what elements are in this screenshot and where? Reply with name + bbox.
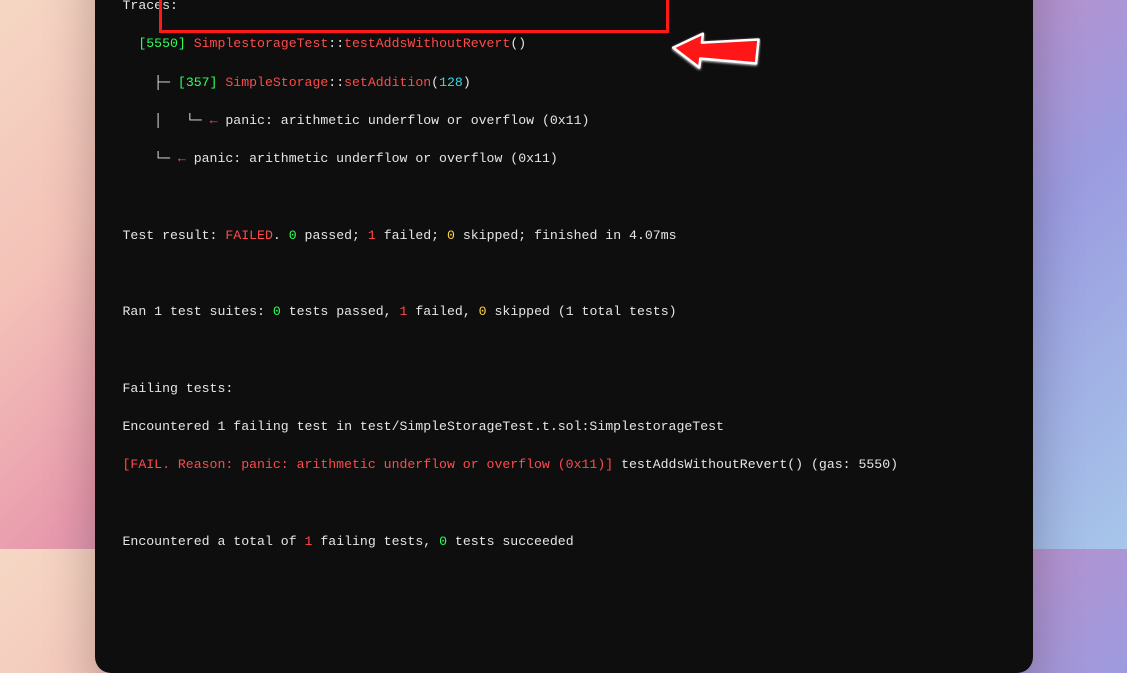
trace-line-1: [5550] SimplestorageTest::testAddsWithou… bbox=[123, 34, 1005, 53]
blank-3 bbox=[123, 341, 1005, 360]
result-line: Test result: FAILED. 0 passed; 1 failed;… bbox=[123, 226, 1005, 245]
total-line: Encountered a total of 1 failing tests, … bbox=[123, 532, 1005, 551]
blank-1 bbox=[123, 187, 1005, 206]
trace-line-3: │ └─ ← panic: arithmetic underflow or ov… bbox=[123, 111, 1005, 130]
trace-line-2: ├─ [357] SimpleStorage::setAddition(128) bbox=[123, 73, 1005, 92]
trace-line-4: └─ ← panic: arithmetic underflow or over… bbox=[123, 149, 1005, 168]
failing-header: Failing tests: bbox=[123, 379, 1005, 398]
blank-2 bbox=[123, 264, 1005, 283]
blank-4 bbox=[123, 494, 1005, 513]
suite-line: Ran 1 test suites: 0 tests passed, 1 fai… bbox=[123, 302, 1005, 321]
terminal-output: Running 1 test for test/SimpleStorageTes… bbox=[95, 0, 1033, 673]
fail-line-2: [FAIL. Reason: panic: arithmetic underfl… bbox=[123, 455, 1005, 474]
traces-label: Traces: bbox=[123, 0, 1005, 15]
failing-encountered: Encountered 1 failing test in test/Simpl… bbox=[123, 417, 1005, 436]
